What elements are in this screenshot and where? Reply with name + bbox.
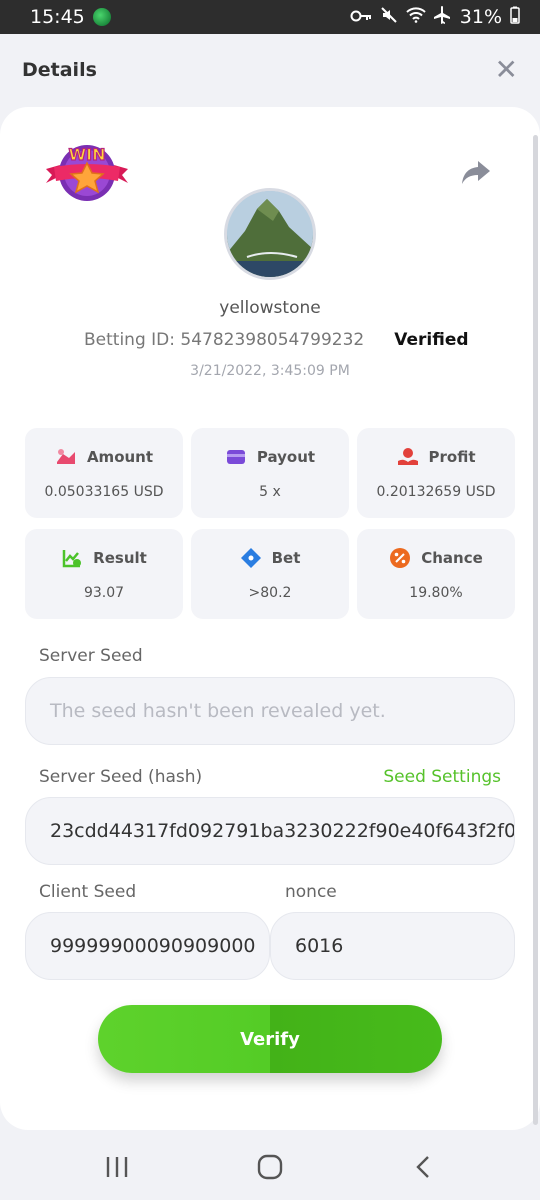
seed-settings-link[interactable]: Seed Settings bbox=[383, 767, 501, 787]
bet-icon bbox=[240, 548, 261, 568]
result-icon bbox=[62, 550, 82, 568]
tile-chance-value: 19.80% bbox=[409, 585, 463, 601]
tile-amount-value: 0.05033165 USD bbox=[44, 484, 164, 500]
tile-bet-value: >80.2 bbox=[248, 585, 292, 601]
tile-profit-label: Profit bbox=[428, 448, 476, 466]
betting-id-row: Betting ID: 54782398054799232 Verified bbox=[84, 330, 469, 350]
win-badge-icon: WIN bbox=[46, 144, 128, 201]
tile-amount-label: Amount bbox=[86, 448, 154, 466]
username: yellowstone bbox=[219, 298, 321, 318]
profit-icon bbox=[397, 448, 418, 465]
tile-bet-label: Bet bbox=[271, 549, 301, 567]
percent-icon bbox=[390, 548, 411, 568]
vpn-key-icon bbox=[350, 8, 372, 27]
tile-profit: Profit 0.20132659 USD bbox=[357, 428, 515, 518]
recent-apps-button[interactable] bbox=[87, 1142, 147, 1192]
status-time: 15:45 bbox=[30, 6, 85, 28]
recent-apps-icon bbox=[106, 1157, 127, 1177]
tile-payout: Payout 5 x bbox=[191, 428, 349, 518]
client-seed-field[interactable]: 99999900090909000 bbox=[25, 912, 270, 980]
server-seed-label: Server Seed bbox=[39, 646, 143, 666]
back-icon bbox=[416, 1156, 430, 1178]
tile-profit-value: 0.20132659 USD bbox=[376, 484, 496, 500]
home-button[interactable] bbox=[240, 1142, 300, 1192]
client-seed-label: Client Seed bbox=[39, 882, 137, 902]
card-icon bbox=[226, 450, 245, 464]
server-seed-hash-field[interactable]: 23cdd44317fd092791ba3230222f90e40f643f2f… bbox=[25, 797, 515, 865]
verified-label: Verified bbox=[394, 330, 469, 350]
app-notification-icon bbox=[92, 8, 111, 26]
tile-result: Result 93.07 bbox=[25, 529, 183, 619]
tile-payout-label: Payout bbox=[256, 448, 316, 466]
betting-id: Betting ID: 54782398054799232 bbox=[84, 330, 365, 350]
scrollbar[interactable] bbox=[533, 135, 538, 1125]
tile-amount: Amount 0.05033165 USD bbox=[25, 428, 183, 518]
page-title: Details bbox=[22, 59, 97, 81]
server-seed-hash-label: Server Seed (hash) bbox=[39, 767, 203, 787]
tile-payout-value: 5 x bbox=[259, 484, 281, 500]
status-icons: 31% bbox=[350, 6, 520, 28]
tile-result-value: 93.07 bbox=[83, 585, 125, 601]
nonce-field[interactable]: 6016 bbox=[270, 912, 515, 980]
tile-chance-label: Chance bbox=[421, 549, 483, 567]
nonce-label: nonce bbox=[285, 882, 337, 902]
details-header: Details ✕ bbox=[0, 34, 540, 106]
tile-chance: Chance 19.80% bbox=[357, 529, 515, 619]
battery-icon bbox=[510, 6, 520, 28]
wifi-icon bbox=[406, 7, 426, 27]
tile-result-label: Result bbox=[93, 549, 147, 567]
close-icon[interactable]: ✕ bbox=[495, 56, 518, 84]
share-icon[interactable] bbox=[460, 157, 492, 187]
system-nav-bar bbox=[0, 1134, 540, 1200]
avatar-image bbox=[227, 191, 313, 277]
battery-percent: 31% bbox=[459, 6, 502, 28]
airplane-icon bbox=[433, 6, 452, 28]
server-seed-field[interactable]: The seed hasn't been revealed yet. bbox=[25, 677, 515, 745]
mute-icon bbox=[380, 6, 398, 28]
win-badge-text: WIN bbox=[69, 145, 106, 164]
amount-icon bbox=[56, 449, 75, 464]
status-bar: 15:45 31% bbox=[0, 0, 540, 34]
verify-button[interactable]: Verify bbox=[98, 1005, 442, 1073]
back-button[interactable] bbox=[393, 1142, 453, 1192]
tile-bet: Bet >80.2 bbox=[191, 529, 349, 619]
avatar bbox=[224, 188, 316, 280]
home-icon bbox=[257, 1154, 283, 1180]
bet-datetime: 3/21/2022, 3:45:09 PM bbox=[190, 363, 350, 379]
